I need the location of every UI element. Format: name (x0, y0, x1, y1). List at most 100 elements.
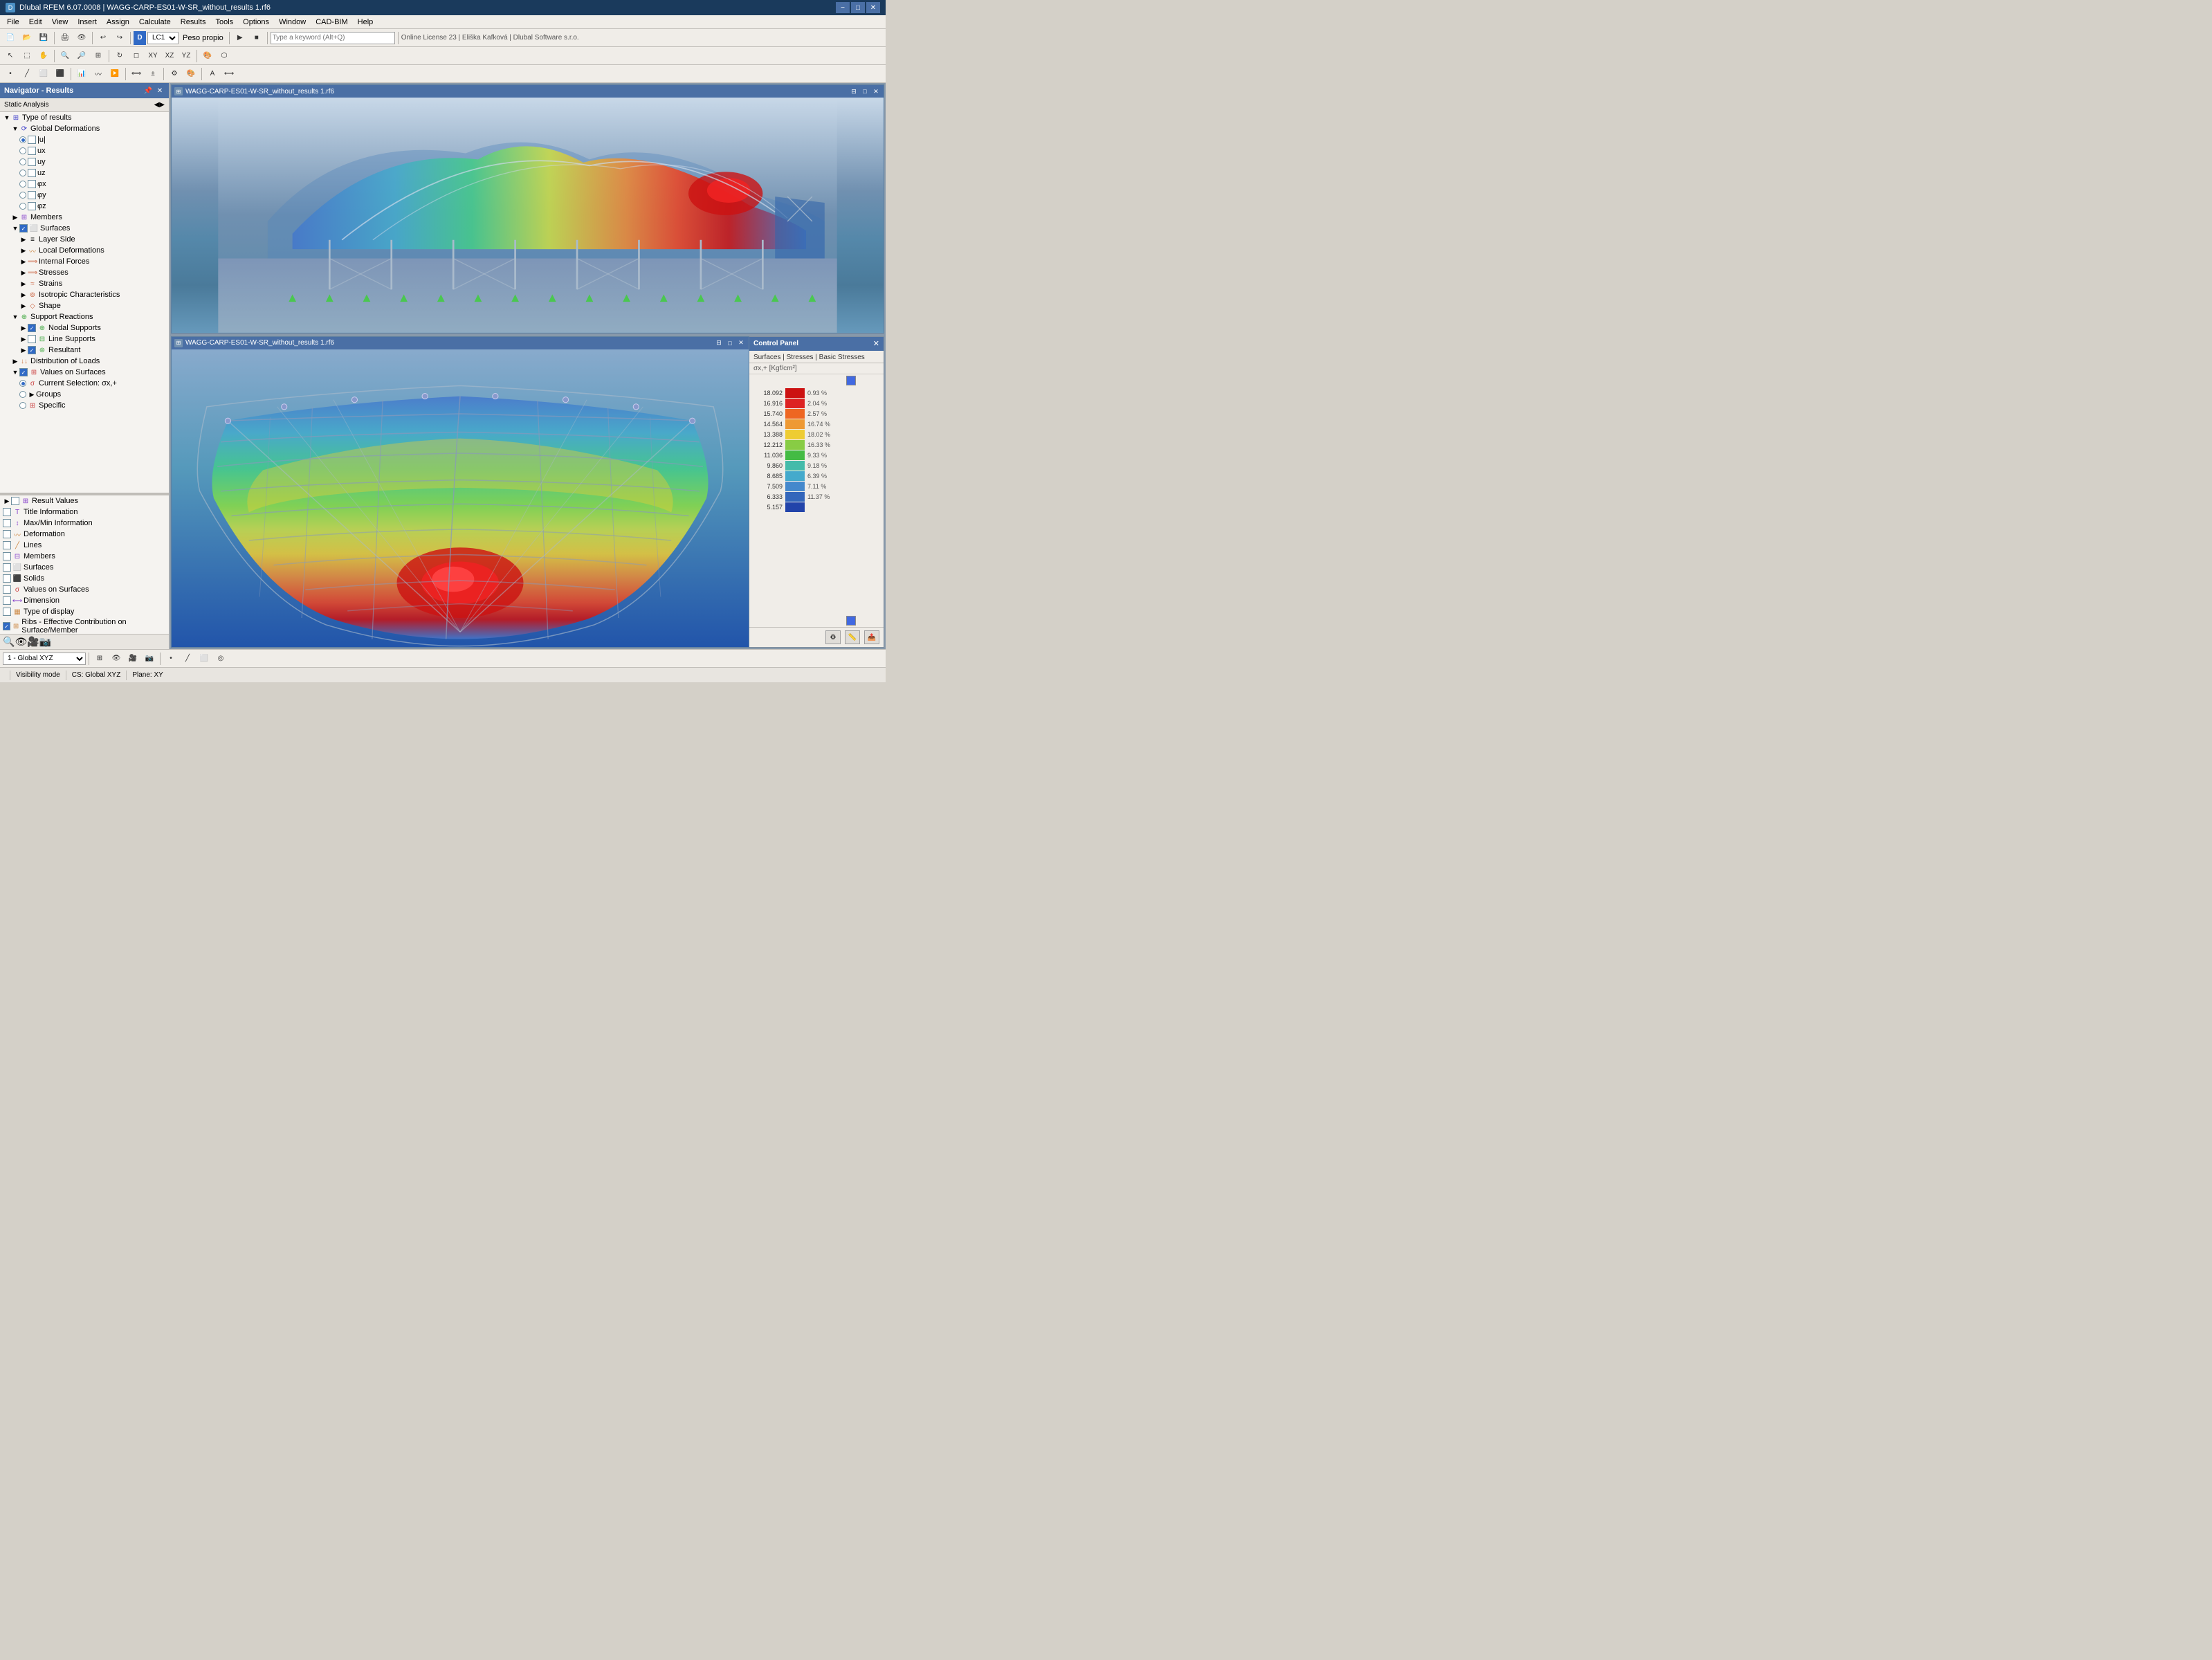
expand-icon-surfaces[interactable]: ▼ (11, 224, 19, 232)
deform-btn[interactable]: 〰 (91, 67, 106, 81)
tree-current-selection[interactable]: σ Current Selection: σx,+ (0, 378, 169, 389)
print-preview-button[interactable]: 👁 (74, 31, 89, 45)
bt-icon-2[interactable]: 👁 (109, 652, 124, 666)
checkbox-values-surfaces-nb[interactable] (3, 585, 11, 594)
menu-edit[interactable]: Edit (25, 17, 46, 28)
select-btn[interactable]: ↖ (3, 49, 18, 63)
viewport-2d-canvas[interactable] (172, 349, 749, 647)
menu-window[interactable]: Window (275, 17, 310, 28)
checkbox-type-display[interactable] (3, 608, 11, 616)
stop-button[interactable]: ■ (249, 31, 264, 45)
tree-uz[interactable]: uz (0, 167, 169, 179)
tree-nodal-supports[interactable]: ▶ ✓ ⊕ Nodal Supports (0, 322, 169, 334)
tree-phiz[interactable]: φz (0, 201, 169, 212)
cp-close-button[interactable]: ✕ (873, 339, 879, 348)
close-button[interactable]: ✕ (866, 2, 880, 13)
line-btn[interactable]: ╱ (19, 67, 35, 81)
checkbox-line-supports[interactable] (28, 335, 36, 343)
tb-d[interactable]: D (134, 31, 146, 45)
scale-manual-btn[interactable]: ± (145, 67, 161, 81)
zoom-out-btn[interactable]: 🔎 (74, 49, 89, 63)
checkbox-lines[interactable] (3, 541, 11, 549)
cp-settings-btn[interactable]: ⚙ (825, 630, 841, 644)
nav-icon-2[interactable]: 👁 (15, 636, 27, 648)
expand-icon[interactable]: ▼ (11, 125, 19, 133)
expand-icon[interactable]: ▶ (19, 335, 28, 343)
bt-icon-4[interactable]: 📷 (142, 652, 157, 666)
vp2-max-btn[interactable]: □ (725, 338, 735, 348)
zoom-fit-btn[interactable]: ⊞ (91, 49, 106, 63)
view-3d-btn[interactable]: ◻ (129, 49, 144, 63)
dimension-btn[interactable]: ⟷ (221, 67, 237, 81)
checkbox-phix[interactable] (28, 180, 36, 188)
radio-ux[interactable] (19, 147, 26, 154)
menu-assign[interactable]: Assign (102, 17, 134, 28)
checkbox-solids[interactable] (3, 574, 11, 583)
bt-icon-1[interactable]: ⊞ (92, 652, 107, 666)
expand-icon[interactable]: ▶ (19, 346, 28, 354)
tree-surfaces[interactable]: ▼ ✓ ⬜ Surfaces (0, 223, 169, 234)
radio-groups[interactable] (19, 391, 26, 398)
vp1-restore-btn[interactable]: ⊟ (849, 86, 859, 96)
tree-ux[interactable]: ux (0, 145, 169, 156)
tree-internal-forces[interactable]: ▶ ⟹ Internal Forces (0, 256, 169, 267)
nav-icon-4[interactable]: 📷 (39, 636, 51, 648)
tree-values-on-surfaces-nb[interactable]: σ Values on Surfaces (0, 584, 169, 595)
color-scale-btn[interactable]: 🎨 (183, 67, 199, 81)
viewport-bottom[interactable]: ⊞ WAGG-CARP-ES01-W-SR_without_results 1.… (171, 336, 749, 648)
print-button[interactable]: 🖨 (57, 31, 73, 45)
nav-arrow-left[interactable]: ◀ (154, 101, 160, 109)
view-xz-btn[interactable]: XZ (162, 49, 177, 63)
expand-icon[interactable]: ▶ (19, 280, 28, 288)
vp2-close-btn[interactable]: ✕ (736, 338, 746, 348)
solid-btn[interactable]: ⬛ (53, 67, 68, 81)
expand-icon[interactable]: ▼ (11, 313, 19, 321)
expand-icon[interactable]: ▶ (19, 246, 28, 255)
expand-icon[interactable]: ▶ (3, 497, 11, 505)
open-button[interactable]: 📂 (19, 31, 35, 45)
minimize-button[interactable]: − (836, 2, 850, 13)
display-props-btn[interactable]: ⚙ (167, 67, 182, 81)
menu-help[interactable]: Help (354, 17, 378, 28)
tree-local-deformations[interactable]: ▶ 〰 Local Deformations (0, 245, 169, 256)
vp1-max-btn[interactable]: □ (860, 86, 870, 96)
bt-snap-1[interactable]: • (163, 652, 179, 666)
checkbox-phiz[interactable] (28, 202, 36, 210)
tree-layer-side[interactable]: ▶ ≡ Layer Side (0, 234, 169, 245)
checkbox-phiy[interactable] (28, 191, 36, 199)
wire-btn[interactable]: ⬡ (217, 49, 232, 63)
radio-current-selection[interactable] (19, 380, 26, 387)
tree-max-min-information[interactable]: ↕ Max/Min Information (0, 518, 169, 529)
radio-abs-u[interactable] (19, 136, 26, 143)
coord-system-selector[interactable]: 1 - Global XYZ (3, 653, 86, 665)
radio-phiy[interactable] (19, 192, 26, 199)
view-yz-btn[interactable]: YZ (179, 49, 194, 63)
tree-title-information[interactable]: T Title Information (0, 507, 169, 518)
radio-specific[interactable] (19, 402, 26, 409)
animation-btn[interactable]: ▶️ (107, 67, 122, 81)
tree-stresses[interactable]: ▶ ⟹ Stresses (0, 267, 169, 278)
nav-icon-3[interactable]: 🎥 (27, 636, 39, 648)
tree-phiy[interactable]: φy (0, 190, 169, 201)
tree-lines[interactable]: ╱ Lines (0, 540, 169, 551)
radio-uz[interactable] (19, 170, 26, 176)
expand-icon[interactable]: ▶ (19, 257, 28, 266)
tree-members[interactable]: ▶ ⊞ Members (0, 212, 169, 223)
checkbox-surfaces-nb[interactable] (3, 563, 11, 572)
tree-type-of-display[interactable]: ▦ Type of display (0, 606, 169, 617)
nav-arrow-right[interactable]: ▶ (159, 101, 165, 109)
expand-icon[interactable]: ▼ (3, 113, 11, 122)
checkbox-surfaces[interactable]: ✓ (19, 224, 28, 232)
node-btn[interactable]: • (3, 67, 18, 81)
result-display-btn[interactable]: 📊 (74, 67, 89, 81)
tree-line-supports[interactable]: ▶ ⊟ Line Supports (0, 334, 169, 345)
tree-abs-u[interactable]: |u| (0, 134, 169, 145)
radio-phix[interactable] (19, 181, 26, 188)
load-case-selector[interactable]: LC1 (147, 32, 179, 44)
checkbox-resultant[interactable]: ✓ (28, 346, 36, 354)
expand-icon[interactable]: ▶ (19, 324, 28, 332)
tree-global-deformations[interactable]: ▼ ⟳ Global Deformations (0, 123, 169, 134)
expand-icon[interactable]: ▶ (19, 302, 28, 310)
render-btn[interactable]: 🎨 (200, 49, 215, 63)
new-button[interactable]: 📄 (3, 31, 18, 45)
